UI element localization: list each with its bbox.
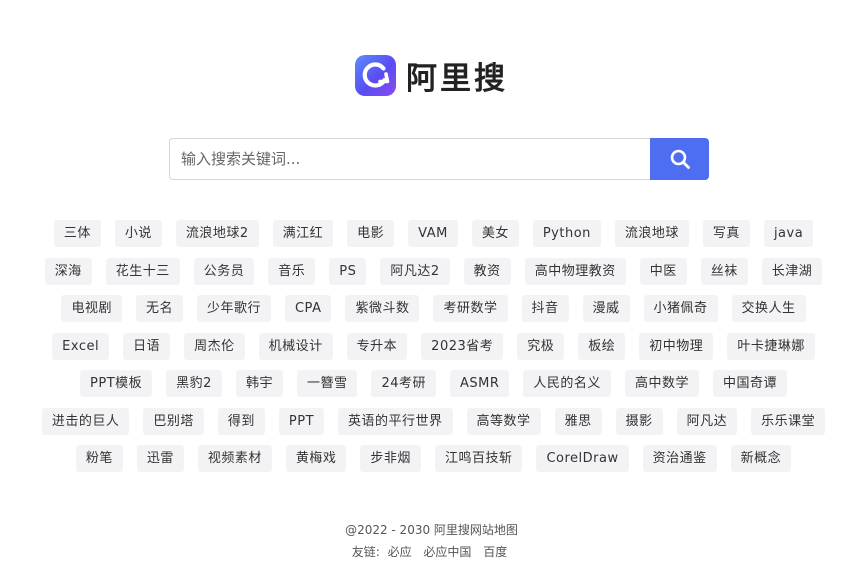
keyword-tag[interactable]: 究极 bbox=[517, 332, 565, 360]
keyword-tag[interactable]: 乐乐课堂 bbox=[751, 407, 826, 435]
keyword-tag[interactable]: 黑豹2 bbox=[166, 370, 222, 397]
keyword-tag[interactable]: 小说 bbox=[114, 220, 162, 247]
tag-row: 三体 小说 流浪地球2 满江红 电影 VAM 美女 Python 流浪地球 写真 java bbox=[26, 220, 841, 247]
keyword-tag[interactable]: 高中物理教资 bbox=[524, 257, 626, 285]
keyword-tag[interactable]: 摄影 bbox=[615, 407, 663, 435]
tag-row: 进击的巨人 巴别塔 得到 PPT 英语的平行世界 高等数学 雅思 摄影 阿凡达 乐乐课堂 bbox=[26, 407, 841, 435]
keyword-tag[interactable]: 周杰伦 bbox=[184, 332, 245, 360]
tag-row: 电视剧 无名 少年歌行 CPA 紫微斗数 考研数学 抖音 漫威 小猪佩奇 交换人生 bbox=[26, 295, 841, 322]
keyword-tag[interactable]: Python bbox=[532, 220, 601, 247]
keyword-tag[interactable]: 叶卡捷琳娜 bbox=[727, 332, 815, 360]
keyword-tag[interactable]: 步非烟 bbox=[360, 445, 421, 472]
keyword-tag[interactable]: 江鸣百技斩 bbox=[434, 445, 523, 472]
friend-link[interactable]: 必应中国 bbox=[423, 545, 471, 559]
keyword-tag[interactable]: 2023省考 bbox=[421, 332, 504, 360]
keyword-tag[interactable]: 流浪地球 bbox=[614, 220, 689, 247]
keyword-tag[interactable]: 韩宇 bbox=[235, 370, 283, 397]
keyword-tag[interactable]: 音乐 bbox=[268, 257, 316, 285]
copyright-text: @2022 - 2030 阿里搜网站地图 bbox=[345, 523, 518, 537]
keyword-tag[interactable]: VAM bbox=[408, 220, 458, 247]
keyword-tag[interactable]: 电影 bbox=[347, 220, 395, 247]
keyword-tag[interactable]: 教资 bbox=[463, 257, 511, 285]
friend-links-label: 友链: bbox=[351, 545, 380, 559]
keyword-tag[interactable]: 粉笔 bbox=[75, 445, 123, 472]
tag-row: Excel 日语 周杰伦 机械设计 专升本 2023省考 究极 板绘 初中物理 叶卡捷琳娜 bbox=[26, 332, 841, 360]
keyword-tag[interactable]: 迅雷 bbox=[136, 445, 184, 472]
keyword-tag[interactable]: PPT模板 bbox=[80, 370, 153, 397]
keyword-tag[interactable]: 雅思 bbox=[554, 407, 602, 435]
keyword-tag[interactable]: 资治通鉴 bbox=[642, 445, 717, 472]
keyword-tag[interactable]: 公务员 bbox=[193, 257, 255, 285]
friend-links: 友链: 必应 必应中国 百度 bbox=[0, 541, 863, 563]
keyword-tag[interactable]: 三体 bbox=[53, 220, 101, 247]
keyword-tag[interactable]: 高中数学 bbox=[624, 370, 699, 397]
friend-link[interactable]: 必应 bbox=[388, 545, 412, 559]
keyword-tag[interactable]: 长津湖 bbox=[761, 257, 823, 285]
keyword-tag[interactable]: 得到 bbox=[217, 407, 265, 435]
brand-header: 阿里搜 bbox=[0, 53, 863, 98]
friend-link[interactable]: 百度 bbox=[483, 545, 507, 559]
keyword-tag[interactable]: 一簪雪 bbox=[296, 370, 358, 397]
keyword-tag[interactable]: 交换人生 bbox=[731, 295, 806, 322]
keyword-tag[interactable]: 满江红 bbox=[272, 220, 334, 247]
keyword-tag[interactable]: 英语的平行世界 bbox=[338, 407, 453, 435]
keyword-tag[interactable]: 少年歌行 bbox=[196, 295, 271, 322]
search-button[interactable] bbox=[650, 138, 709, 180]
keyword-tag[interactable]: 日语 bbox=[123, 332, 171, 360]
keyword-tag[interactable]: 机械设计 bbox=[258, 332, 333, 360]
search-input[interactable] bbox=[169, 138, 650, 180]
keyword-tag[interactable]: 流浪地球2 bbox=[175, 220, 259, 247]
keyword-tag[interactable]: java bbox=[763, 220, 814, 247]
keyword-tag[interactable]: 人民的名义 bbox=[523, 370, 611, 397]
keyword-tag[interactable]: 深海 bbox=[44, 257, 92, 285]
keyword-tag[interactable]: 新概念 bbox=[730, 445, 792, 472]
keyword-tag[interactable]: 小猪佩奇 bbox=[643, 295, 718, 322]
keyword-tag[interactable]: 板绘 bbox=[578, 332, 626, 360]
search-bar bbox=[169, 138, 709, 180]
keyword-tag[interactable]: 专升本 bbox=[346, 332, 408, 360]
keyword-tag[interactable]: ASMR bbox=[450, 370, 510, 397]
keyword-tag[interactable]: 中国奇谭 bbox=[712, 370, 787, 397]
keyword-tag[interactable]: CorelDraw bbox=[536, 445, 629, 472]
keyword-tag[interactable]: 高等数学 bbox=[466, 407, 541, 435]
tag-row: PPT模板 黑豹2 韩宇 一簪雪 24考研 ASMR 人民的名义 高中数学 中国奇谭 bbox=[26, 370, 841, 397]
keyword-tag[interactable]: PS bbox=[329, 257, 367, 285]
keyword-tag[interactable]: 无名 bbox=[135, 295, 183, 322]
keyword-tag[interactable]: 花生十三 bbox=[105, 257, 180, 285]
keyword-tag[interactable]: 电视剧 bbox=[61, 295, 122, 322]
keyword-tag[interactable]: 写真 bbox=[702, 220, 750, 247]
keyword-tag[interactable]: 漫威 bbox=[582, 295, 630, 322]
keyword-tag[interactable]: CPA bbox=[284, 295, 332, 322]
keyword-tag[interactable]: 24考研 bbox=[371, 370, 437, 397]
keyword-tag[interactable]: 考研数学 bbox=[433, 295, 508, 322]
keyword-tag[interactable]: 美女 bbox=[471, 220, 519, 247]
refresh-logo-icon bbox=[355, 55, 396, 96]
keyword-tag[interactable]: 视频素材 bbox=[197, 445, 272, 472]
keyword-tag[interactable]: 阿凡达 bbox=[676, 407, 738, 435]
keyword-tag[interactable]: 巴别塔 bbox=[143, 407, 204, 435]
tag-row: 粉笔 迅雷 视频素材 黄梅戏 步非烟 江鸣百技斩 CorelDraw 资治通鉴 新概念 bbox=[26, 445, 841, 472]
keyword-tag[interactable]: PPT bbox=[278, 407, 325, 435]
tag-row: 深海 花生十三 公务员 音乐 PS 阿凡达2 教资 高中物理教资 中医 丝袜 长津湖 bbox=[26, 257, 841, 285]
keyword-tag[interactable]: 中医 bbox=[639, 257, 687, 285]
keyword-tag[interactable]: 进击的巨人 bbox=[41, 407, 130, 435]
keyword-tag[interactable]: 黄梅戏 bbox=[285, 445, 347, 472]
keyword-tag[interactable]: 紫微斗数 bbox=[345, 295, 420, 322]
brand-name: 阿里搜 bbox=[406, 61, 508, 97]
hot-keyword-tags: 三体 小说 流浪地球2 满江红 电影 VAM 美女 Python 流浪地球 写真 java 深海 花生十… bbox=[26, 220, 841, 483]
keyword-tag[interactable]: 阿凡达2 bbox=[380, 257, 450, 285]
keyword-tag[interactable]: 丝袜 bbox=[700, 257, 748, 285]
keyword-tag[interactable]: 抖音 bbox=[521, 295, 569, 322]
search-icon bbox=[670, 149, 690, 169]
keyword-tag[interactable]: Excel bbox=[52, 332, 110, 360]
keyword-tag[interactable]: 初中物理 bbox=[639, 332, 714, 360]
footer: @2022 - 2030 阿里搜网站地图 友链: 必应 必应中国 百度 bbox=[0, 519, 863, 563]
